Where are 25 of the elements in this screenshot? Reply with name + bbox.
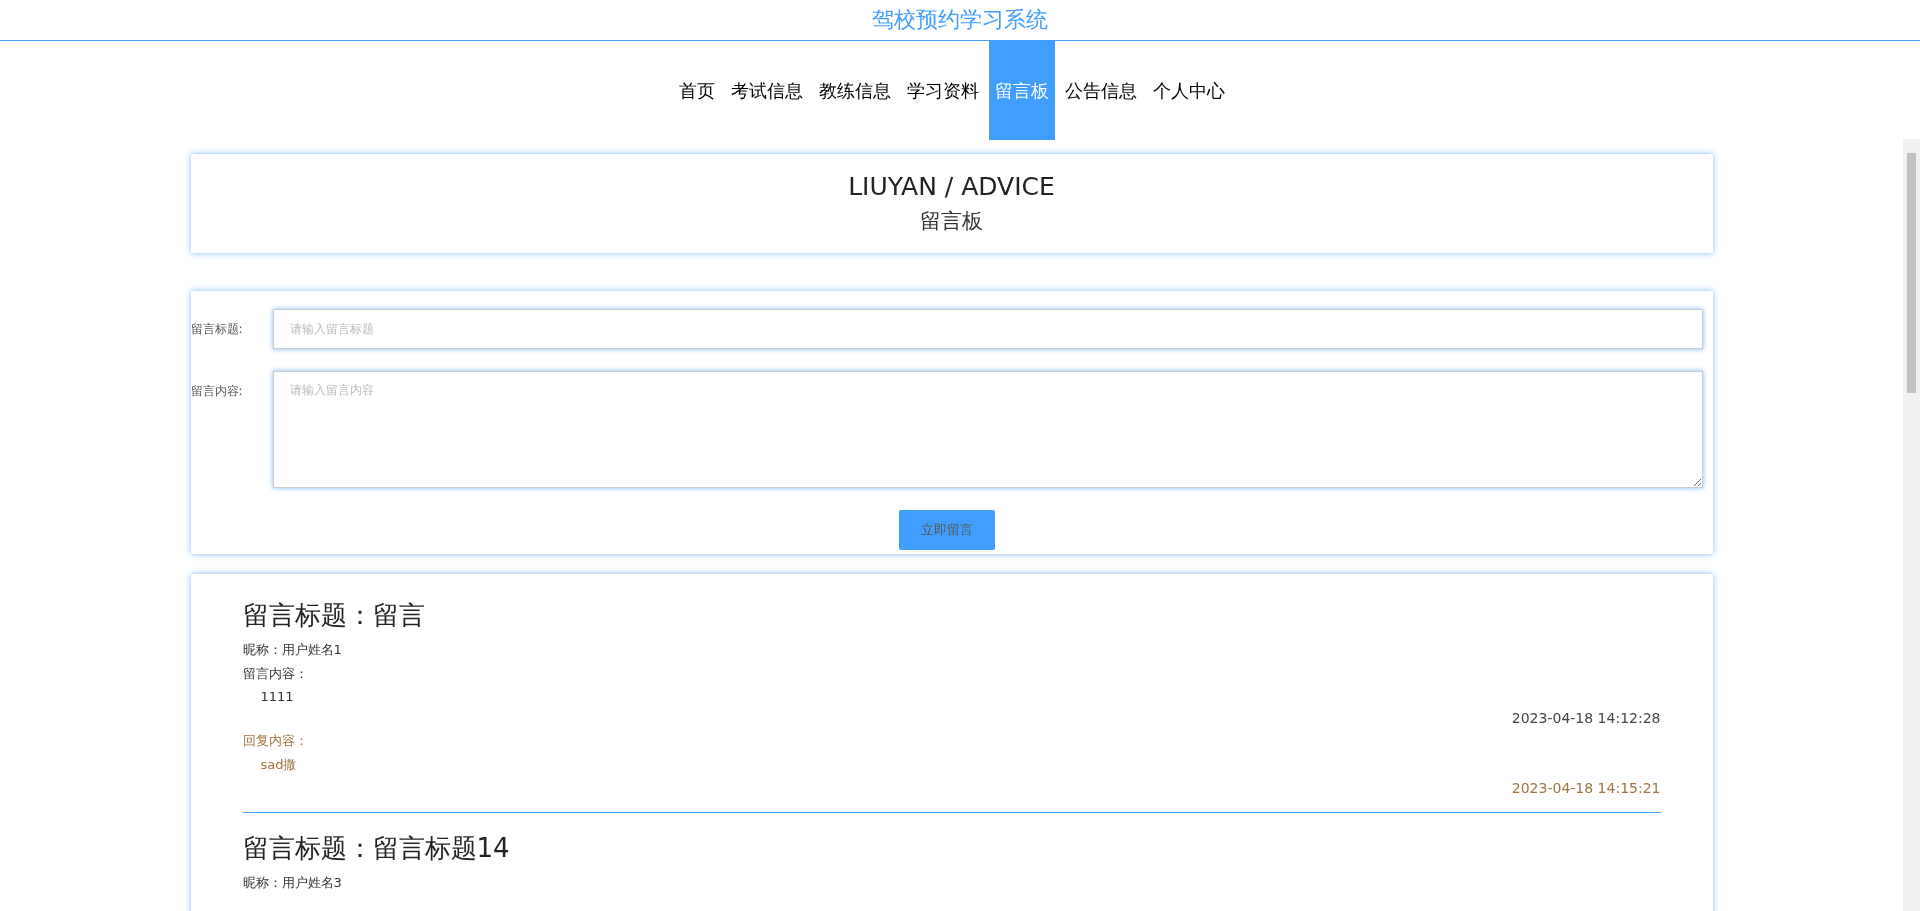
- reply-label: 回复内容：: [242, 732, 309, 750]
- site-title: 驾校预约学习系统: [872, 6, 1048, 34]
- nav-tab[interactable]: 公告信息: [1058, 41, 1143, 140]
- nav-tab[interactable]: 个人中心: [1146, 41, 1231, 140]
- nav-tab[interactable]: 学习资料: [900, 41, 985, 140]
- banner-title: LIUYAN / ADVICE: [848, 172, 1055, 201]
- scrollbar-thumb[interactable]: [1907, 153, 1916, 393]
- title-input[interactable]: 请输入留言标题: [272, 309, 1703, 349]
- message-nickname: 昵称：用户姓名1: [242, 641, 343, 659]
- nav-tab[interactable]: 首页: [672, 41, 721, 140]
- message-time: 2023-04-18 14:12:28: [1511, 710, 1661, 726]
- reply-time: 2023-04-18 14:15:21: [1511, 780, 1661, 796]
- message-title: 留言标题：留言标题14: [242, 832, 511, 865]
- content-label: 留言内容：: [242, 665, 309, 683]
- field-label: 留言内容:: [190, 383, 244, 400]
- field-label: 留言标题:: [190, 321, 244, 338]
- banner-subtitle: 留言板: [920, 208, 983, 235]
- nav-tab[interactable]: 教练信息: [812, 41, 897, 140]
- scrollbar[interactable]: [1903, 139, 1920, 911]
- message-nickname: 昵称：用户姓名3: [242, 874, 343, 892]
- message-content: 1111: [259, 689, 295, 704]
- content-textarea[interactable]: 请输入留言内容: [272, 371, 1703, 488]
- message-title: 留言标题：留言: [242, 599, 426, 632]
- nav-tab[interactable]: 考试信息: [724, 41, 809, 140]
- reply-content: sad撒: [259, 756, 298, 774]
